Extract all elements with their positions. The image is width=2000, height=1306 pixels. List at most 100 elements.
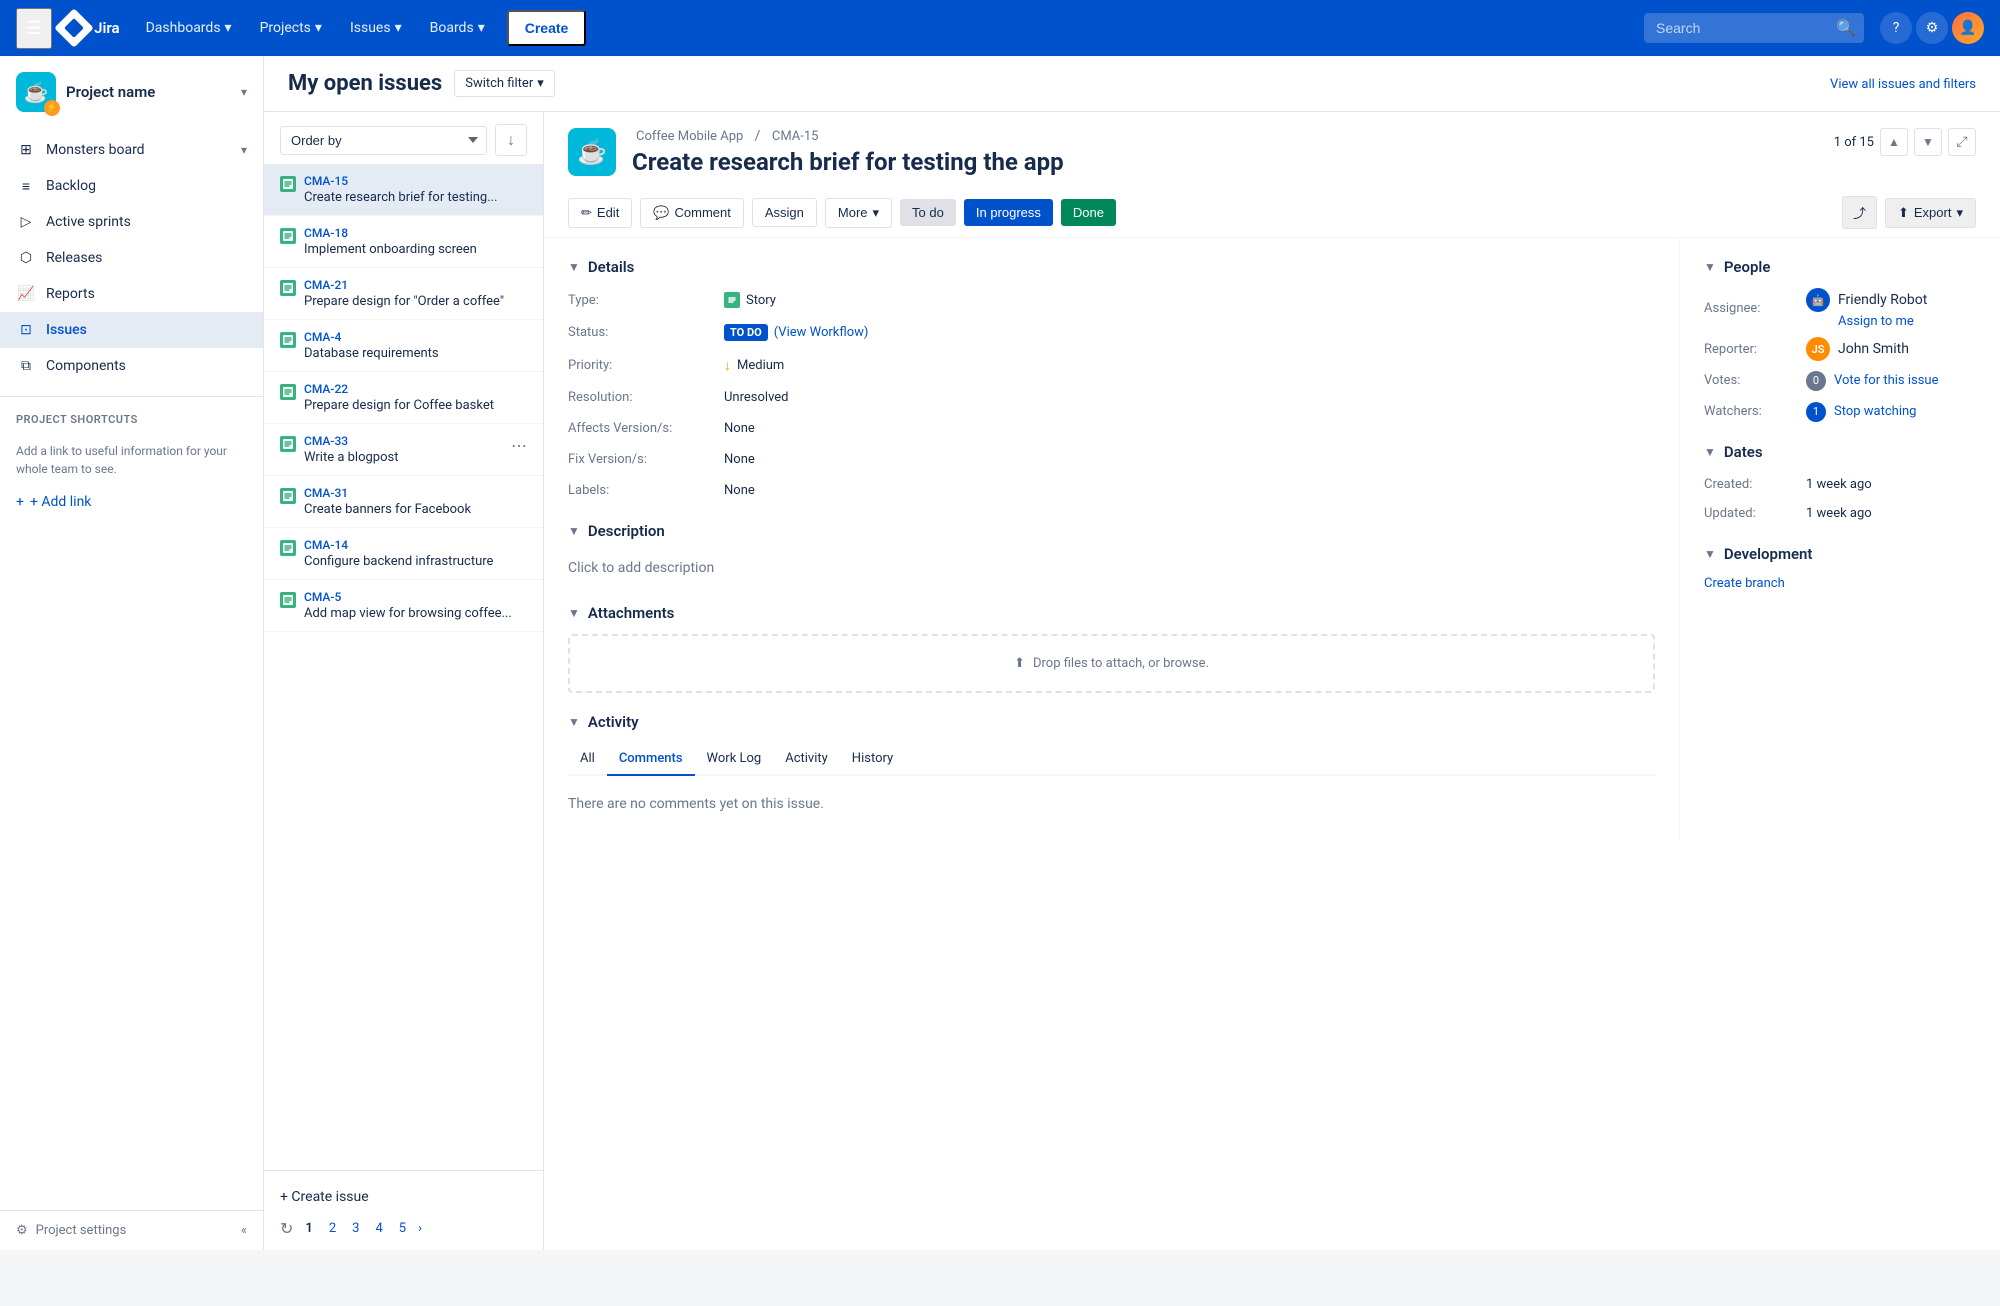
table-row[interactable]: CMA-15 Create research brief for testing… [264,164,543,216]
projects-menu[interactable]: Projects ▾ [250,14,332,42]
search-input[interactable] [1644,13,1864,43]
sidebar-item-label: Monsters board [46,142,145,158]
sidebar-item-active-sprints[interactable]: ▷ Active sprints [0,204,263,240]
sidebar-item-label: Active sprints [46,214,131,230]
page-1-link[interactable]: 1 [301,1219,316,1238]
dates-section-header[interactable]: ▼ Dates [1704,443,1976,461]
breadcrumb-project[interactable]: Coffee Mobile App [632,129,751,144]
dashboards-menu[interactable]: Dashboards ▾ [136,14,242,42]
edit-button[interactable]: ✏ Edit [568,198,632,228]
project-settings[interactable]: ⚙ Project settings « [0,1210,263,1250]
issues-menu[interactable]: Issues ▾ [340,14,412,42]
boards-menu[interactable]: Boards ▾ [420,14,495,42]
breadcrumb-id[interactable]: CMA-15 [768,129,823,144]
details-chevron-icon: ▼ [568,260,580,274]
create-button[interactable]: Create [507,10,587,46]
page-next-button[interactable]: › [418,1221,422,1236]
export-button[interactable]: ⬆ Export ▾ [1885,198,1976,228]
sidebar-item-components[interactable]: ⧉ Components [0,348,263,384]
issue-id: CMA-21 [304,278,527,292]
tab-activity[interactable]: Activity [773,743,840,776]
people-section-header[interactable]: ▼ People [1704,258,1976,276]
vote-link[interactable]: Vote for this issue [1834,373,1938,388]
issue-detail-header: ☕ Coffee Mobile App / CMA-15 Create rese… [544,112,2000,188]
project-header[interactable]: ☕ ⚡ Project name ▾ [0,56,263,128]
description-placeholder[interactable]: Click to add description [568,552,1655,584]
releases-icon: ⬡ [16,248,36,268]
sidebar-item-reports[interactable]: 📈 Reports [0,276,263,312]
details-section: ▼ Details Type: Story [568,258,1655,502]
table-row[interactable]: CMA-31 Create banners for Facebook [264,476,543,528]
assign-to-me-link[interactable]: Assign to me [1838,314,1976,329]
sidebar-item-issues[interactable]: ⊡ Issues [0,312,263,348]
page-3-link[interactable]: 3 [348,1219,363,1238]
todo-status-button[interactable]: To do [900,199,956,226]
table-row[interactable]: CMA-5 Add map view for browsing coffee..… [264,580,543,632]
more-button[interactable]: More ▾ [825,198,892,228]
chevron-down-icon: ▾ [537,76,544,91]
add-link-button[interactable]: + + Add link [0,486,263,518]
attachments-dropzone[interactable]: ⬆ Drop files to attach, or browse. [568,634,1655,693]
comment-button[interactable]: 💬 Comment [640,198,744,228]
issue-title: Add map view for browsing coffee... [304,606,527,621]
tab-history[interactable]: History [840,743,905,776]
page-5-link[interactable]: 5 [395,1219,410,1238]
table-row[interactable]: CMA-14 Configure backend infrastructure [264,528,543,580]
dates-section: ▼ Dates Created: 1 week ago Updated: 1 w… [1704,443,1976,525]
sidebar-item-backlog[interactable]: ≡ Backlog [0,168,263,204]
development-section-header[interactable]: ▼ Development [1704,545,1976,563]
help-button[interactable]: ? [1880,12,1912,44]
stop-watching-link[interactable]: Stop watching [1834,404,1916,419]
switch-filter-button[interactable]: Switch filter ▾ [454,70,555,97]
prev-issue-button[interactable]: ▲ [1880,128,1908,156]
sidebar-item-releases[interactable]: ⬡ Releases [0,240,263,276]
settings-button[interactable]: ⚙ [1916,12,1948,44]
next-issue-button[interactable]: ▼ [1914,128,1942,156]
details-section-header[interactable]: ▼ Details [568,258,1655,276]
fix-label: Fix Version/s: [568,448,708,471]
done-status-button[interactable]: Done [1061,199,1116,226]
sort-direction-button[interactable]: ↓ [495,124,527,156]
activity-section-header[interactable]: ▼ Activity [568,713,1655,731]
tab-all[interactable]: All [568,743,607,776]
updated-label: Updated: [1704,502,1794,525]
created-value: 1 week ago [1806,473,1976,496]
story-icon [280,436,296,452]
jira-logo[interactable]: Jira [60,14,119,42]
project-issue-icon: ☕ [568,128,616,176]
table-row[interactable]: CMA-33 Write a blogpost ⋯ [264,424,543,476]
expand-issue-button[interactable]: ⤢ [1948,128,1976,156]
inprogress-status-button[interactable]: In progress [964,199,1053,226]
tab-worklog[interactable]: Work Log [695,743,774,776]
table-row[interactable]: CMA-22 Prepare design for Coffee basket [264,372,543,424]
assign-button[interactable]: Assign [752,198,817,227]
create-issue-button[interactable]: + Create issue [280,1183,527,1211]
issue-title: Create research brief for testing the ap… [632,148,1818,176]
description-section-header[interactable]: ▼ Description [568,522,1655,540]
issue-id: CMA-33 [304,434,503,448]
order-by-select[interactable]: Order by [280,126,487,155]
tab-comments[interactable]: Comments [607,743,695,776]
page-2-link[interactable]: 2 [325,1219,340,1238]
view-workflow-link[interactable]: (View Workflow) [774,325,869,340]
table-row[interactable]: CMA-18 Implement onboarding screen [264,216,543,268]
pagination: ↻ 1 2 3 4 5 › [280,1219,527,1238]
refresh-button[interactable]: ↻ [280,1219,293,1238]
page-4-link[interactable]: 4 [371,1219,386,1238]
no-comments-message: There are no comments yet on this issue. [568,788,1655,820]
view-all-issues-link[interactable]: View all issues and filters [1830,76,1976,92]
search-icon[interactable]: 🔍 [1836,19,1856,38]
sidebar-item-monsters-board[interactable]: ⊞ Monsters board ▾ [0,132,263,168]
hamburger-menu-button[interactable]: ☰ [16,8,52,49]
create-branch-link[interactable]: Create branch [1704,576,1785,591]
user-avatar[interactable]: 👤 [1952,12,1984,44]
development-chevron-icon: ▼ [1704,547,1716,561]
share-button[interactable]: ⤴ [1842,196,1877,229]
table-row[interactable]: CMA-4 Database requirements [264,320,543,372]
attachments-section-header[interactable]: ▼ Attachments [568,604,1655,622]
sidebar-item-label: Issues [46,322,87,338]
sidebar-collapse-icon[interactable]: « [241,1223,247,1238]
watchers-count: 1 [1806,402,1826,422]
table-row[interactable]: CMA-21 Prepare design for "Order a coffe… [264,268,543,320]
more-options-button[interactable]: ⋯ [511,436,527,455]
